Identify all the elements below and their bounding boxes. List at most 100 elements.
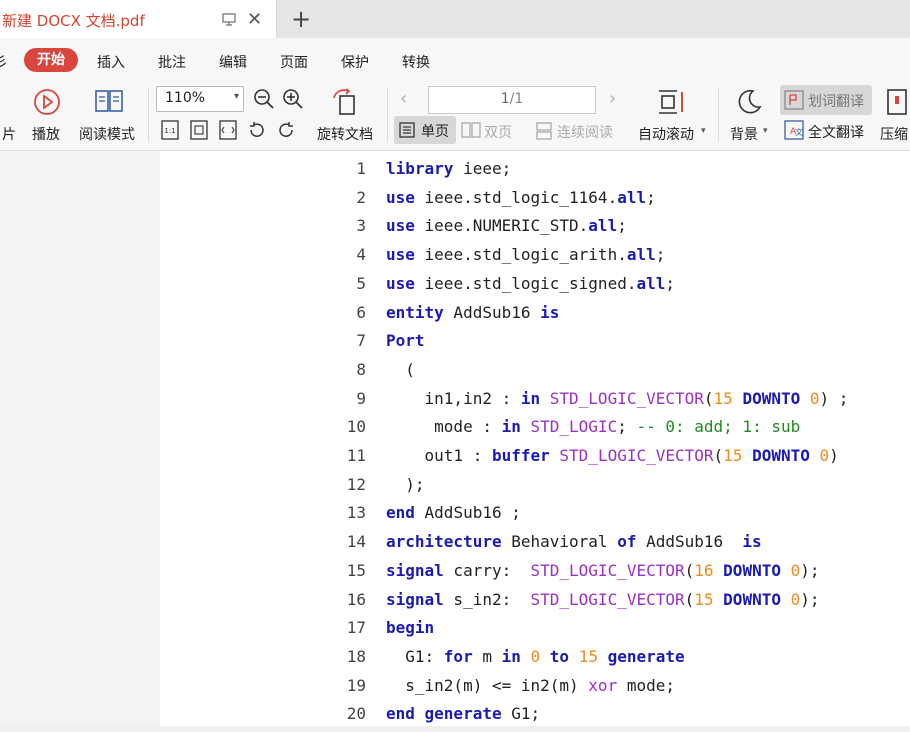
code-token: use: [386, 187, 415, 207]
zoom-in-icon[interactable]: [282, 88, 304, 110]
background-button[interactable]: 背景: [730, 124, 758, 144]
code-token: ;: [665, 273, 676, 293]
code-token: DOWNTO: [723, 589, 781, 609]
menu-item-home[interactable]: 开始: [24, 48, 78, 72]
page-current: 1: [500, 91, 510, 107]
next-page-icon[interactable]: ›: [609, 88, 616, 109]
page-indicator: 1/1: [429, 91, 595, 107]
code-token: s_in2(m) <= in2(m): [386, 675, 589, 695]
code-token: STD_LOGIC_VECTOR: [530, 589, 685, 609]
word-translate-label: 划词翻译: [808, 94, 864, 110]
full-translate-icon[interactable]: A 文: [784, 120, 804, 140]
page-total: /1: [509, 91, 524, 107]
code-text: use ieee.NUMERIC_STD.all;: [386, 216, 627, 235]
menu-item-page[interactable]: 页面: [280, 52, 308, 72]
code-token: );: [800, 589, 820, 609]
code-token: use: [386, 245, 415, 265]
menu-item-insert[interactable]: 插入: [97, 52, 125, 72]
actual-size-icon[interactable]: 1:1: [161, 120, 179, 140]
play-icon[interactable]: [33, 88, 61, 116]
fit-page-icon[interactable]: [190, 120, 208, 140]
double-page-icon[interactable]: [461, 122, 481, 138]
play-button[interactable]: 播放: [32, 124, 60, 144]
code-token: s_in2:: [443, 589, 531, 609]
code-token: ) ;: [819, 388, 849, 408]
chevron-down-icon[interactable]: ▾: [701, 126, 706, 136]
compress-icon[interactable]: [886, 88, 908, 116]
code-token: out1 :: [386, 446, 492, 465]
toolbar: 片 播放 阅读模式 110% ▾ 1:1 旋转文档 ‹ 1/1 › 单页 双页 …: [0, 82, 910, 151]
read-mode-icon[interactable]: [94, 88, 124, 116]
fit-width-icon[interactable]: [219, 120, 237, 140]
double-page-button[interactable]: 双页: [484, 122, 512, 142]
code-token: in: [520, 388, 541, 408]
code-token: ;: [617, 216, 627, 236]
code-token: DOWNTO: [752, 446, 810, 465]
code-token: library: [386, 159, 454, 178]
toolbar-partial-label[interactable]: 片: [2, 124, 16, 144]
code-line: 3 use ieee.NUMERIC_STD.all;: [160, 216, 910, 244]
code-token: ieee.std_logic_arith.: [414, 245, 627, 265]
auto-scroll-button[interactable]: 自动滚动: [638, 124, 694, 144]
code-line: 12 );: [160, 475, 910, 503]
code-token: generate: [607, 646, 685, 666]
code-token: is: [742, 532, 762, 552]
code-line: 17 begin: [160, 618, 910, 646]
zoom-out-icon[interactable]: [253, 88, 275, 110]
compress-button[interactable]: 压缩: [880, 124, 908, 144]
menu-item-annotate[interactable]: 批注: [158, 52, 186, 72]
rotate-document-button[interactable]: 旋转文档: [317, 124, 373, 144]
code-text: use ieee.std_logic_signed.all;: [386, 274, 675, 293]
read-mode-button[interactable]: 阅读模式: [79, 124, 135, 144]
code-token: G1;: [501, 704, 541, 724]
code-token: ;: [617, 417, 637, 437]
line-number: 12: [346, 474, 366, 494]
code-token: in: [501, 646, 521, 666]
code-token: 15: [578, 646, 598, 666]
single-page-button[interactable]: 单页: [394, 116, 456, 144]
menu-item-protect[interactable]: 保护: [341, 52, 369, 72]
code-token: buffer: [491, 446, 550, 465]
zoom-select[interactable]: 110% ▾: [156, 86, 244, 112]
document-tab[interactable]: 新建 DOCX 文档.pdf ✕: [0, 0, 277, 38]
menu-item-edit[interactable]: 编辑: [219, 52, 247, 72]
continuous-read-button[interactable]: 连续阅读: [557, 122, 613, 142]
code-line: 16 signal s_in2: STD_LOGIC_VECTOR(15 DOWN…: [160, 590, 910, 618]
continuous-read-icon[interactable]: [535, 122, 553, 140]
code-token: all: [626, 245, 656, 265]
code-line: 2 use ieee.std_logic_1164.all;: [160, 188, 910, 216]
moon-icon[interactable]: [735, 88, 763, 116]
line-number: 3: [356, 216, 366, 236]
line-number: 5: [356, 273, 366, 293]
menu-item-convert[interactable]: 转换: [402, 52, 430, 72]
prev-page-icon[interactable]: ‹: [400, 88, 407, 109]
pin-icon[interactable]: [222, 12, 236, 26]
rotate-document-icon[interactable]: [330, 88, 362, 118]
rotate-right-icon[interactable]: [276, 120, 296, 140]
full-translate-button[interactable]: 全文翻译: [808, 122, 864, 142]
code-token: all: [636, 273, 666, 293]
line-number: 6: [356, 302, 366, 322]
word-translate-button[interactable]: 划词翻译: [780, 85, 872, 115]
rotate-left-icon[interactable]: [247, 120, 267, 140]
close-tab-icon[interactable]: ✕: [247, 9, 262, 30]
chevron-down-icon[interactable]: ▾: [763, 126, 768, 136]
code-token: to: [549, 646, 570, 666]
menu-item-partial[interactable]: 彡: [0, 52, 8, 72]
code-token: 16: [694, 560, 714, 580]
code-line: 20 end generate G1;: [160, 704, 910, 732]
line-number: 18: [346, 646, 366, 666]
code-token: 15: [723, 446, 743, 465]
toolbar-divider: [718, 88, 719, 142]
auto-scroll-icon[interactable]: [657, 88, 687, 116]
new-tab-icon[interactable]: +: [291, 5, 311, 33]
line-number: 13: [346, 503, 366, 523]
page-number-input[interactable]: 1/1: [428, 86, 596, 114]
code-text: Port: [386, 331, 425, 350]
